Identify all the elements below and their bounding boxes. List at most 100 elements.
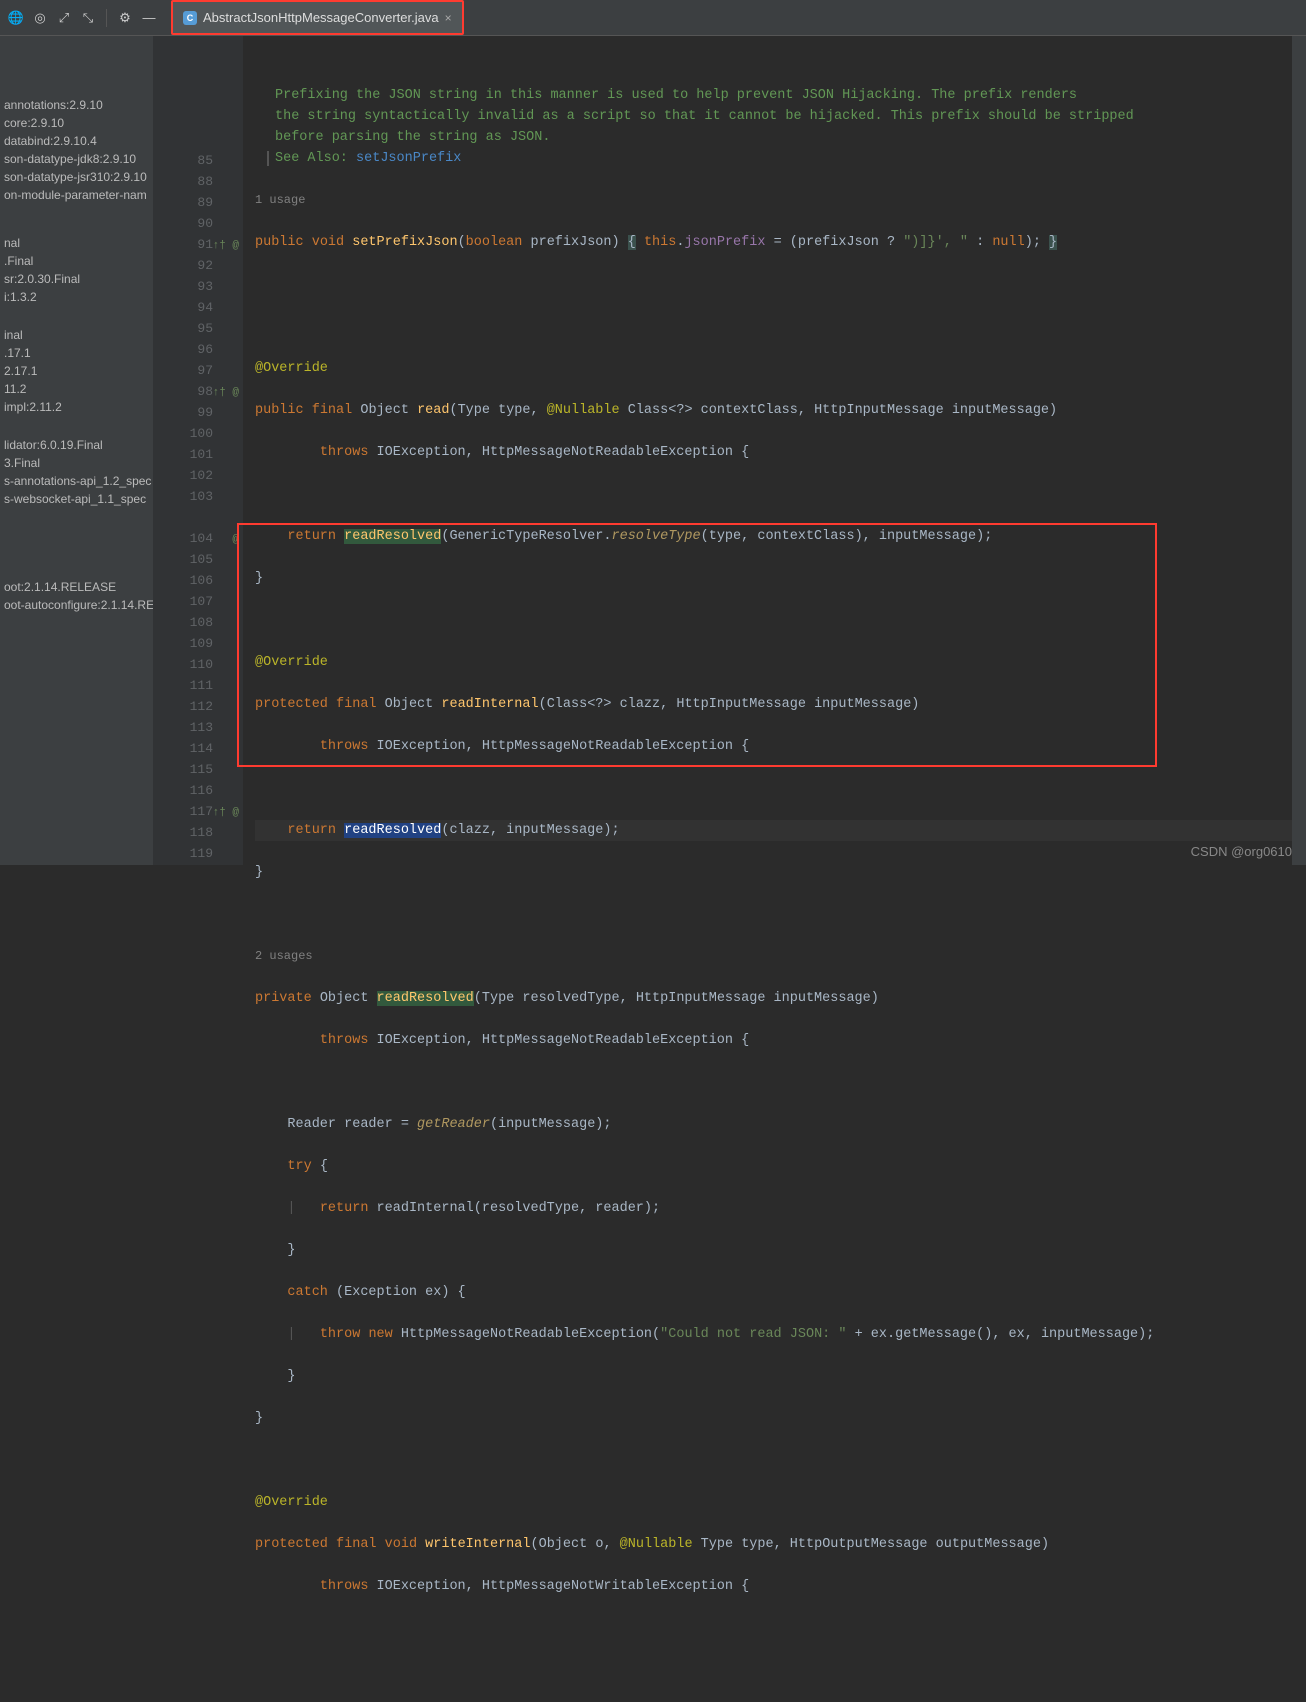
line-number: 95 xyxy=(153,318,243,339)
sidebar-item[interactable]: lidator:6.0.19.Final xyxy=(0,436,153,454)
collapse-icon[interactable]: ⤡ xyxy=(78,8,98,28)
sidebar-item[interactable]: impl:2.11.2 xyxy=(0,398,153,416)
line-gutter: 85 88 89 90 91↑† @ 92 93 94 95 96 97 98↑… xyxy=(153,36,243,865)
sidebar-item[interactable]: i:1.3.2 xyxy=(0,288,153,306)
line-number: 110 xyxy=(153,654,243,675)
usage-hint[interactable]: 2 usages xyxy=(255,946,1292,967)
sidebar-item[interactable]: core:2.9.10 xyxy=(0,114,153,132)
sidebar-item[interactable]: s-websocket-api_1.1_spec xyxy=(0,490,153,508)
sidebar-item[interactable]: s-annotations-api_1.2_spec xyxy=(0,472,153,490)
toolbar-separator xyxy=(106,9,107,27)
line-number: 98↑† @ xyxy=(153,381,243,402)
code-line: throws IOException, HttpMessageNotWritab… xyxy=(255,1576,1292,1597)
sidebar-item[interactable]: oot-autoconfigure:2.1.14.RE xyxy=(0,596,153,614)
line-number: 88 xyxy=(153,171,243,192)
line-number: 118 xyxy=(153,822,243,843)
project-sidebar[interactable]: annotations:2.9.10 core:2.9.10 databind:… xyxy=(0,36,153,865)
line-number: 93 xyxy=(153,276,243,297)
code-line: public final Object read(Type type, @Nul… xyxy=(255,400,1292,421)
code-line: catch (Exception ex) { xyxy=(255,1282,1292,1303)
code-line: } xyxy=(255,862,1292,883)
editor-marker-strip[interactable] xyxy=(1292,36,1306,865)
code-line: return readResolved(GenericTypeResolver.… xyxy=(255,526,1292,547)
code-line: Reader reader = getReader(inputMessage); xyxy=(255,1114,1292,1135)
gear-icon[interactable]: ⚙ xyxy=(115,8,135,28)
line-number: 104@ xyxy=(153,528,243,549)
line-number: 109 xyxy=(153,633,243,654)
editor[interactable]: 85 88 89 90 91↑† @ 92 93 94 95 96 97 98↑… xyxy=(153,36,1306,865)
line-number: 96 xyxy=(153,339,243,360)
line-number: 103 xyxy=(153,486,243,507)
line-number: 99 xyxy=(153,402,243,423)
sidebar-item[interactable]: on-module-parameter-nam xyxy=(0,186,153,204)
code-area[interactable]: Prefixing the JSON string in this manner… xyxy=(243,36,1292,865)
code-line: @Override xyxy=(255,1492,1292,1513)
override-marker[interactable]: ↑† @ xyxy=(213,803,239,824)
line-number: 101 xyxy=(153,444,243,465)
line-number: 116 xyxy=(153,780,243,801)
line-number: 111 xyxy=(153,675,243,696)
line-number: 100 xyxy=(153,423,243,444)
sidebar-item[interactable]: son-datatype-jsr310:2.9.10 xyxy=(0,168,153,186)
line-number: 91↑† @ xyxy=(153,234,243,255)
code-line: throws IOException, HttpMessageNotReadab… xyxy=(255,1030,1292,1051)
sidebar-item[interactable]: son-datatype-jdk8:2.9.10 xyxy=(0,150,153,168)
code-line: | return readInternal(resolvedType, read… xyxy=(255,1198,1292,1219)
watermark: CSDN @org0610 xyxy=(1191,844,1292,859)
line-number: 107 xyxy=(153,591,243,612)
usage-hint[interactable]: 1 usage xyxy=(255,190,1292,211)
code-line: public void setPrefixJson(boolean prefix… xyxy=(255,232,1292,253)
code-line: } xyxy=(255,568,1292,589)
override-marker[interactable]: ↑† @ xyxy=(213,383,239,404)
code-line: throws IOException, HttpMessageNotReadab… xyxy=(255,442,1292,463)
code-line: @Override xyxy=(255,358,1292,379)
code-line: } xyxy=(255,1408,1292,1429)
editor-tabs: C AbstractJsonHttpMessageConverter.java … xyxy=(171,0,464,35)
sidebar-item[interactable]: nal xyxy=(0,234,153,252)
line-number: 85 xyxy=(153,150,243,171)
code-line-current: return readResolved(clazz, inputMessage)… xyxy=(255,820,1292,841)
line-number: 90 xyxy=(153,213,243,234)
tab-close-icon[interactable]: × xyxy=(445,11,452,25)
globe-icon[interactable]: 🌐 xyxy=(6,8,26,28)
tab-active-file[interactable]: C AbstractJsonHttpMessageConverter.java … xyxy=(171,0,464,35)
code-line: } xyxy=(255,1366,1292,1387)
sidebar-item[interactable]: 11.2 xyxy=(0,380,153,398)
code-line: | throw new HttpMessageNotReadableExcept… xyxy=(255,1324,1292,1345)
sidebar-item[interactable]: 3.Final xyxy=(0,454,153,472)
line-number: 105 xyxy=(153,549,243,570)
code-line: try { xyxy=(255,1156,1292,1177)
sidebar-item[interactable]: .Final xyxy=(0,252,153,270)
javadoc-block: Prefixing the JSON string in this manner… xyxy=(255,64,1292,169)
sidebar-item[interactable]: oot:2.1.14.RELEASE xyxy=(0,578,153,596)
sidebar-item[interactable]: 2.17.1 xyxy=(0,362,153,380)
line-number: 117↑† @ xyxy=(153,801,243,822)
line-number: 94 xyxy=(153,297,243,318)
javadoc-link[interactable]: setJsonPrefix xyxy=(356,151,461,166)
sidebar-item[interactable]: databind:2.9.10.4 xyxy=(0,132,153,150)
sidebar-item[interactable]: inal xyxy=(0,326,153,344)
gutter-marker[interactable]: @ xyxy=(232,530,239,551)
sidebar-item[interactable]: .17.1 xyxy=(0,344,153,362)
expand-icon[interactable]: ⤢ xyxy=(54,8,74,28)
line-number: 89 xyxy=(153,192,243,213)
annotation-box-readresolved xyxy=(237,523,1157,767)
tab-filename: AbstractJsonHttpMessageConverter.java xyxy=(203,10,439,25)
line-number: 97 xyxy=(153,360,243,381)
line-number: 119 xyxy=(153,843,243,864)
minimize-icon[interactable]: — xyxy=(139,8,159,28)
sidebar-item[interactable]: sr:2.0.30.Final xyxy=(0,270,153,288)
override-marker[interactable]: ↑† @ xyxy=(213,236,239,257)
line-number: 114 xyxy=(153,738,243,759)
code-line: protected final void writeInternal(Objec… xyxy=(255,1534,1292,1555)
main-area: annotations:2.9.10 core:2.9.10 databind:… xyxy=(0,36,1306,865)
sidebar-item[interactable]: annotations:2.9.10 xyxy=(0,96,153,114)
line-number: 92 xyxy=(153,255,243,276)
line-number: 112 xyxy=(153,696,243,717)
selection: readResolved xyxy=(344,823,441,838)
line-number: 108 xyxy=(153,612,243,633)
top-toolbar: 🌐 ◎ ⤢ ⤡ ⚙ — C AbstractJsonHttpMessageCon… xyxy=(0,0,1306,36)
target-icon[interactable]: ◎ xyxy=(30,8,50,28)
line-number: 106 xyxy=(153,570,243,591)
usage-hint-spacer xyxy=(153,507,243,528)
